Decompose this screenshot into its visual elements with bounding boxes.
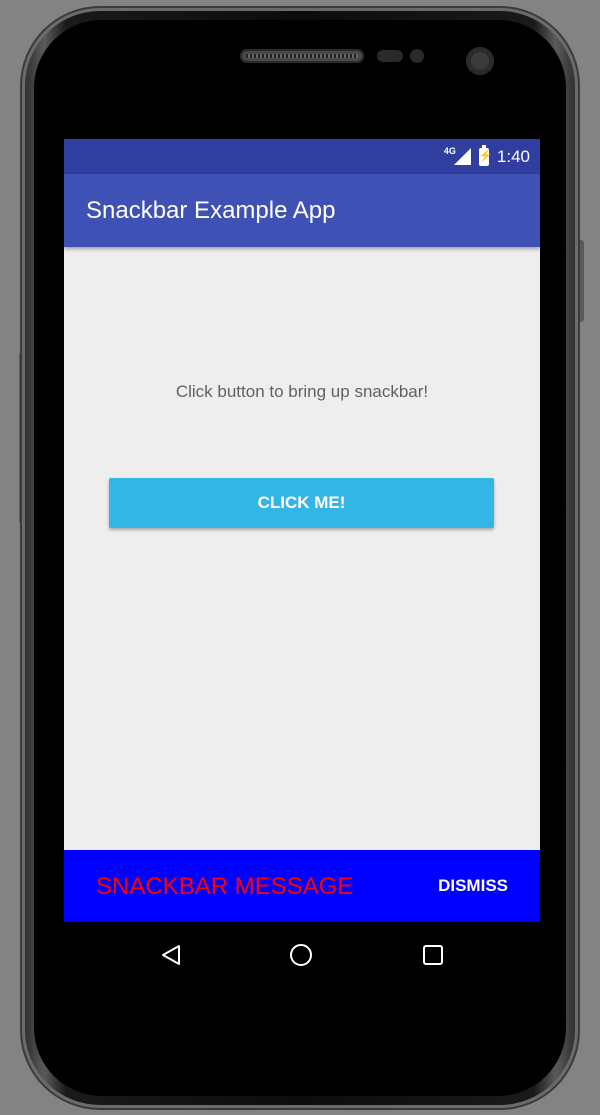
navigation-bar [64,922,540,988]
app-title: Snackbar Example App [86,197,336,224]
prompt-text: Click button to bring up snackbar! [175,382,429,401]
signal-icon [453,148,471,165]
battery-charging-icon [478,144,489,166]
back-icon[interactable] [151,935,191,975]
home-icon[interactable] [281,935,321,975]
click-me-button[interactable]: CLICK ME! [109,478,494,528]
device-screen: 4G 1:40 Snackbar Example App Click butto… [64,139,540,988]
app-bar: Snackbar Example App [64,174,540,247]
earpiece-speaker [240,49,364,63]
network-type: 4G [443,145,456,156]
proximity-sensor [377,50,403,62]
snackbar-message: SNACKBAR MESSAGE [96,873,354,900]
status-clock: 1:40 [496,146,530,166]
status-bar: 4G 1:40 [64,139,540,174]
power-button [578,240,584,322]
dismiss-button[interactable]: DISMISS [438,876,508,896]
light-sensor [410,49,424,63]
front-camera [466,47,494,75]
recent-apps-icon[interactable] [413,935,453,975]
snackbar: SNACKBAR MESSAGE DISMISS [64,850,540,922]
